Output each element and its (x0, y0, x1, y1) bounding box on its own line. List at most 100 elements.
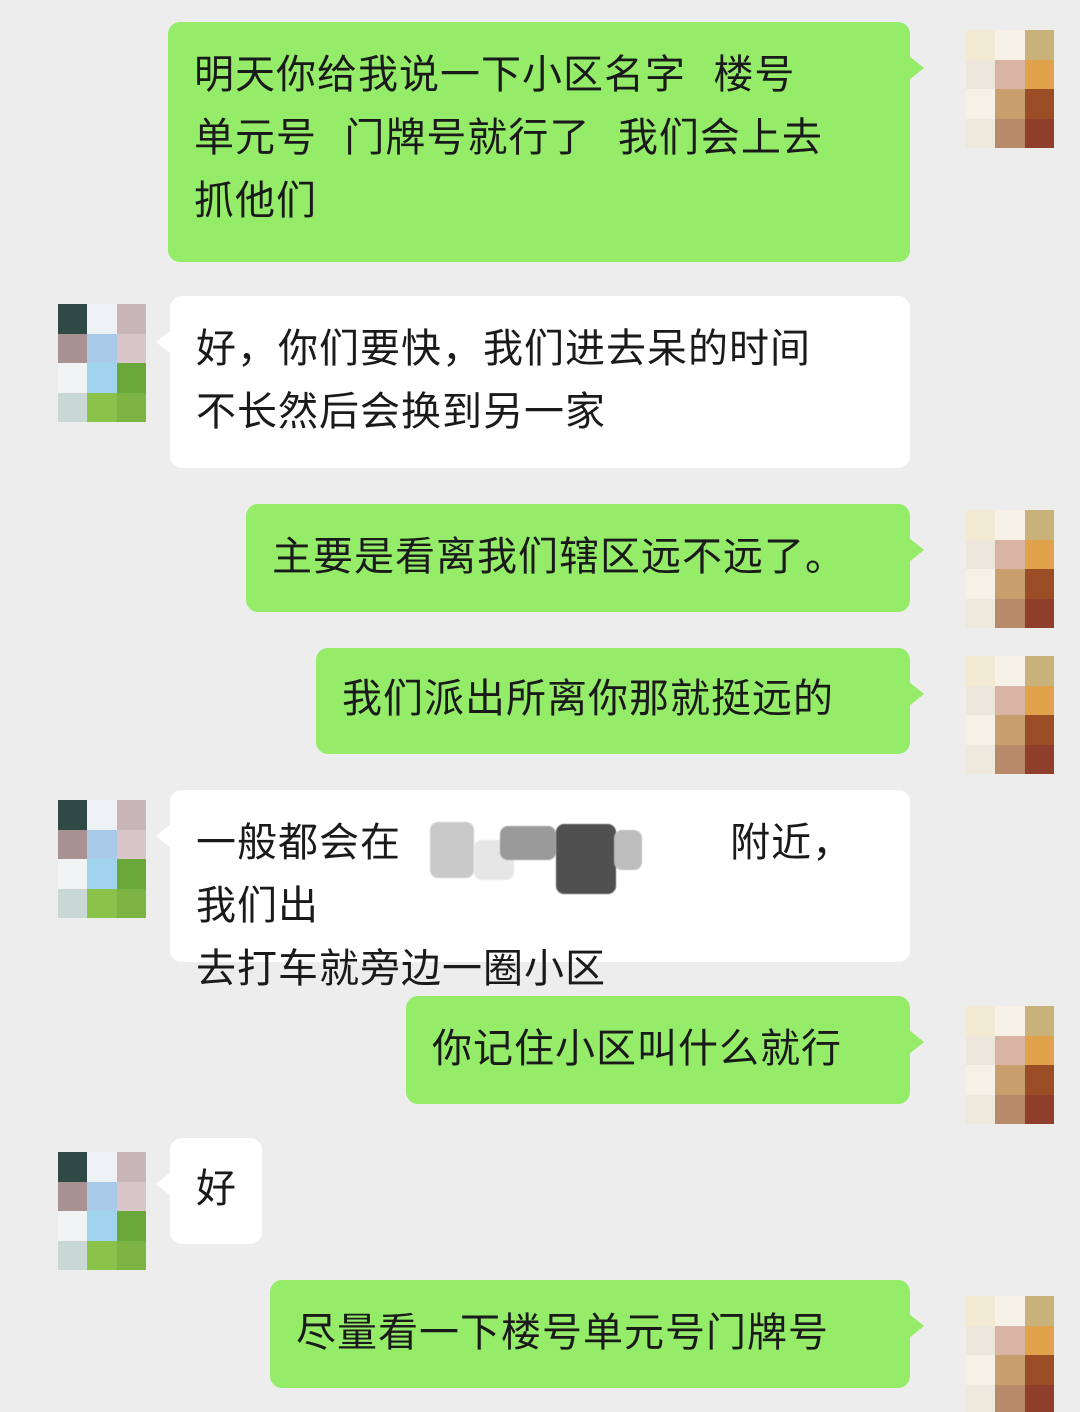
message-bubble[interactable]: 明天你给我说一下小区名字 楼号 单元号 门牌号就行了 我们会上去 抓他们 (168, 22, 924, 262)
avatar[interactable] (966, 30, 1054, 148)
avatar-pixel (87, 1181, 117, 1211)
avatar-pixel (966, 89, 996, 119)
avatar-pixel (966, 118, 996, 148)
avatar-pixel (116, 392, 146, 422)
message-bubble[interactable]: 一般都会在 附近，我们出 去打车就旁边一圈小区 (156, 790, 910, 992)
avatar-pixel (995, 1384, 1025, 1412)
avatar-pixel (995, 1035, 1025, 1065)
avatar-pixel (966, 685, 996, 715)
avatar-pixel (966, 59, 996, 89)
message-bubble[interactable]: 我们派出所离你那就挺远的 (316, 648, 924, 754)
avatar-pixel (87, 333, 117, 363)
avatar-pixel (966, 715, 996, 745)
avatar-pixel (116, 304, 146, 334)
avatar-pixel (116, 363, 146, 393)
avatar[interactable] (58, 1152, 146, 1270)
avatar-pixel (1024, 598, 1054, 628)
avatar-pixel (966, 1384, 996, 1412)
avatar-pixel (966, 1325, 996, 1355)
avatar-pixel (1024, 744, 1054, 774)
avatar[interactable] (58, 800, 146, 918)
avatar-pixel (116, 1240, 146, 1270)
avatar-pixel (1024, 1355, 1054, 1385)
avatar-pixel (58, 333, 88, 363)
avatar-pixel (995, 1006, 1025, 1036)
avatar[interactable] (966, 656, 1054, 774)
avatar[interactable] (58, 304, 146, 422)
avatar[interactable] (966, 510, 1054, 628)
message-bubble[interactable]: 好，你们要快，我们进去呆的时间 不长然后会换到另一家 (156, 296, 910, 468)
avatar-pixel (58, 1152, 88, 1182)
avatar-pixel (995, 598, 1025, 628)
avatar-pixel (116, 1181, 146, 1211)
avatar-pixel (966, 1296, 996, 1326)
avatar-pixel (995, 715, 1025, 745)
avatar-pixel (966, 598, 996, 628)
avatar-pixel (995, 539, 1025, 569)
avatar-pixel (995, 569, 1025, 599)
avatar-pixel (87, 392, 117, 422)
avatar-pixel (58, 800, 88, 830)
avatar-pixel (116, 888, 146, 918)
avatar-pixel (1024, 715, 1054, 745)
avatar-pixel (995, 1094, 1025, 1124)
message-bubble[interactable]: 你记住小区叫什么就行 (406, 996, 924, 1104)
avatar-pixel (995, 118, 1025, 148)
avatar-pixel (966, 569, 996, 599)
avatar-pixel (87, 363, 117, 393)
avatar-pixel (995, 685, 1025, 715)
avatar-pixel (966, 1355, 996, 1385)
avatar-pixel (1024, 539, 1054, 569)
avatar-pixel (1024, 510, 1054, 540)
avatar-pixel (995, 89, 1025, 119)
avatar-pixel (995, 1325, 1025, 1355)
avatar-pixel (995, 30, 1025, 60)
avatar-pixel (1024, 569, 1054, 599)
avatar-pixel (58, 1181, 88, 1211)
avatar-pixel (1024, 685, 1054, 715)
avatar-pixel (58, 392, 88, 422)
avatar[interactable] (966, 1006, 1054, 1124)
avatar-pixel (58, 859, 88, 889)
avatar-pixel (116, 829, 146, 859)
avatar-pixel (87, 800, 117, 830)
avatar-pixel (1024, 656, 1054, 686)
avatar-pixel (966, 539, 996, 569)
avatar-pixel (58, 888, 88, 918)
avatar-pixel (116, 859, 146, 889)
avatar-pixel (966, 656, 996, 686)
avatar[interactable] (966, 1296, 1054, 1412)
avatar-pixel (116, 1152, 146, 1182)
avatar-pixel (58, 363, 88, 393)
avatar-pixel (1024, 1094, 1054, 1124)
avatar-pixel (995, 1065, 1025, 1095)
avatar-pixel (995, 1296, 1025, 1326)
avatar-pixel (966, 744, 996, 774)
avatar-pixel (966, 510, 996, 540)
chat-window: 明天你给我说一下小区名字 楼号 单元号 门牌号就行了 我们会上去 抓他们 好，你… (0, 0, 1080, 1412)
avatar-pixel (58, 1211, 88, 1241)
avatar-pixel (1024, 118, 1054, 148)
avatar-pixel (1024, 1006, 1054, 1036)
avatar-pixel (1024, 1325, 1054, 1355)
avatar-pixel (995, 1355, 1025, 1385)
avatar-pixel (1024, 1035, 1054, 1065)
avatar-pixel (87, 1240, 117, 1270)
avatar-pixel (966, 1065, 996, 1095)
avatar-pixel (995, 510, 1025, 540)
avatar-pixel (966, 1035, 996, 1065)
avatar-pixel (1024, 59, 1054, 89)
avatar-pixel (966, 30, 996, 60)
avatar-pixel (966, 1094, 996, 1124)
message-bubble[interactable]: 好 (156, 1138, 262, 1244)
avatar-pixel (58, 829, 88, 859)
avatar-pixel (966, 1006, 996, 1036)
avatar-pixel (1024, 1065, 1054, 1095)
message-bubble[interactable]: 尽量看一下楼号单元号门牌号 (270, 1280, 924, 1388)
avatar-pixel (995, 656, 1025, 686)
avatar-pixel (87, 859, 117, 889)
avatar-pixel (87, 829, 117, 859)
avatar-pixel (1024, 1384, 1054, 1412)
avatar-pixel (116, 800, 146, 830)
message-bubble[interactable]: 主要是看离我们辖区远不远了。 (246, 504, 924, 612)
